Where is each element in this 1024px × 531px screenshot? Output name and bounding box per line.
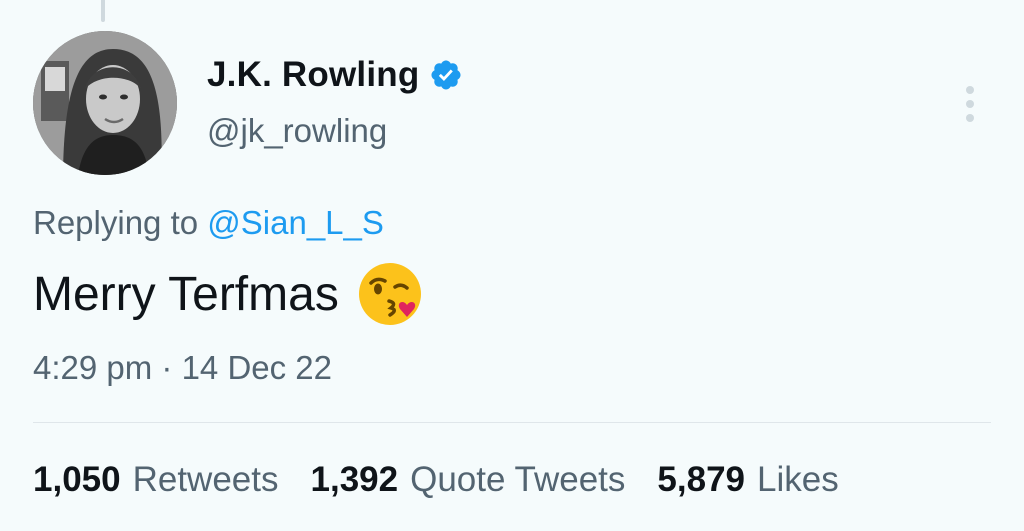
quote-tweets-count: 1,392 (310, 460, 399, 499)
thread-connector-line (101, 0, 105, 22)
face-blowing-kiss-emoji-icon (357, 261, 423, 327)
tweet-timestamp[interactable]: 4:29 pm · 14 Dec 22 (33, 349, 332, 387)
divider (33, 422, 991, 423)
avatar-portrait-icon (33, 31, 177, 175)
author-display-name[interactable]: J.K. Rowling (207, 55, 419, 95)
tweet-body: Merry Terfmas (33, 262, 423, 326)
likes-stat[interactable]: 5,879 Likes (657, 460, 838, 500)
author-name-row: J.K. Rowling (207, 52, 463, 98)
tweet-stats: 1,050 Retweets 1,392 Quote Tweets 5,879 … (33, 460, 839, 500)
quote-tweets-label: Quote Tweets (410, 460, 626, 499)
verified-badge-icon (429, 58, 463, 92)
retweets-label: Retweets (132, 460, 279, 499)
reply-context: Replying to @Sian_L_S (33, 204, 384, 242)
likes-count: 5,879 (657, 460, 746, 499)
retweets-count: 1,050 (33, 460, 121, 499)
reply-mention-link[interactable]: @Sian_L_S (207, 204, 384, 241)
author-handle[interactable]: @jk_rowling (207, 112, 387, 150)
likes-label: Likes (757, 460, 839, 499)
avatar[interactable] (33, 31, 177, 175)
quote-tweets-stat[interactable]: 1,392 Quote Tweets (311, 460, 626, 500)
reply-prefix: Replying to (33, 204, 199, 241)
tweet-text: Merry Terfmas (33, 267, 339, 321)
more-options-icon[interactable] (958, 84, 982, 124)
retweets-stat[interactable]: 1,050 Retweets (33, 460, 279, 500)
